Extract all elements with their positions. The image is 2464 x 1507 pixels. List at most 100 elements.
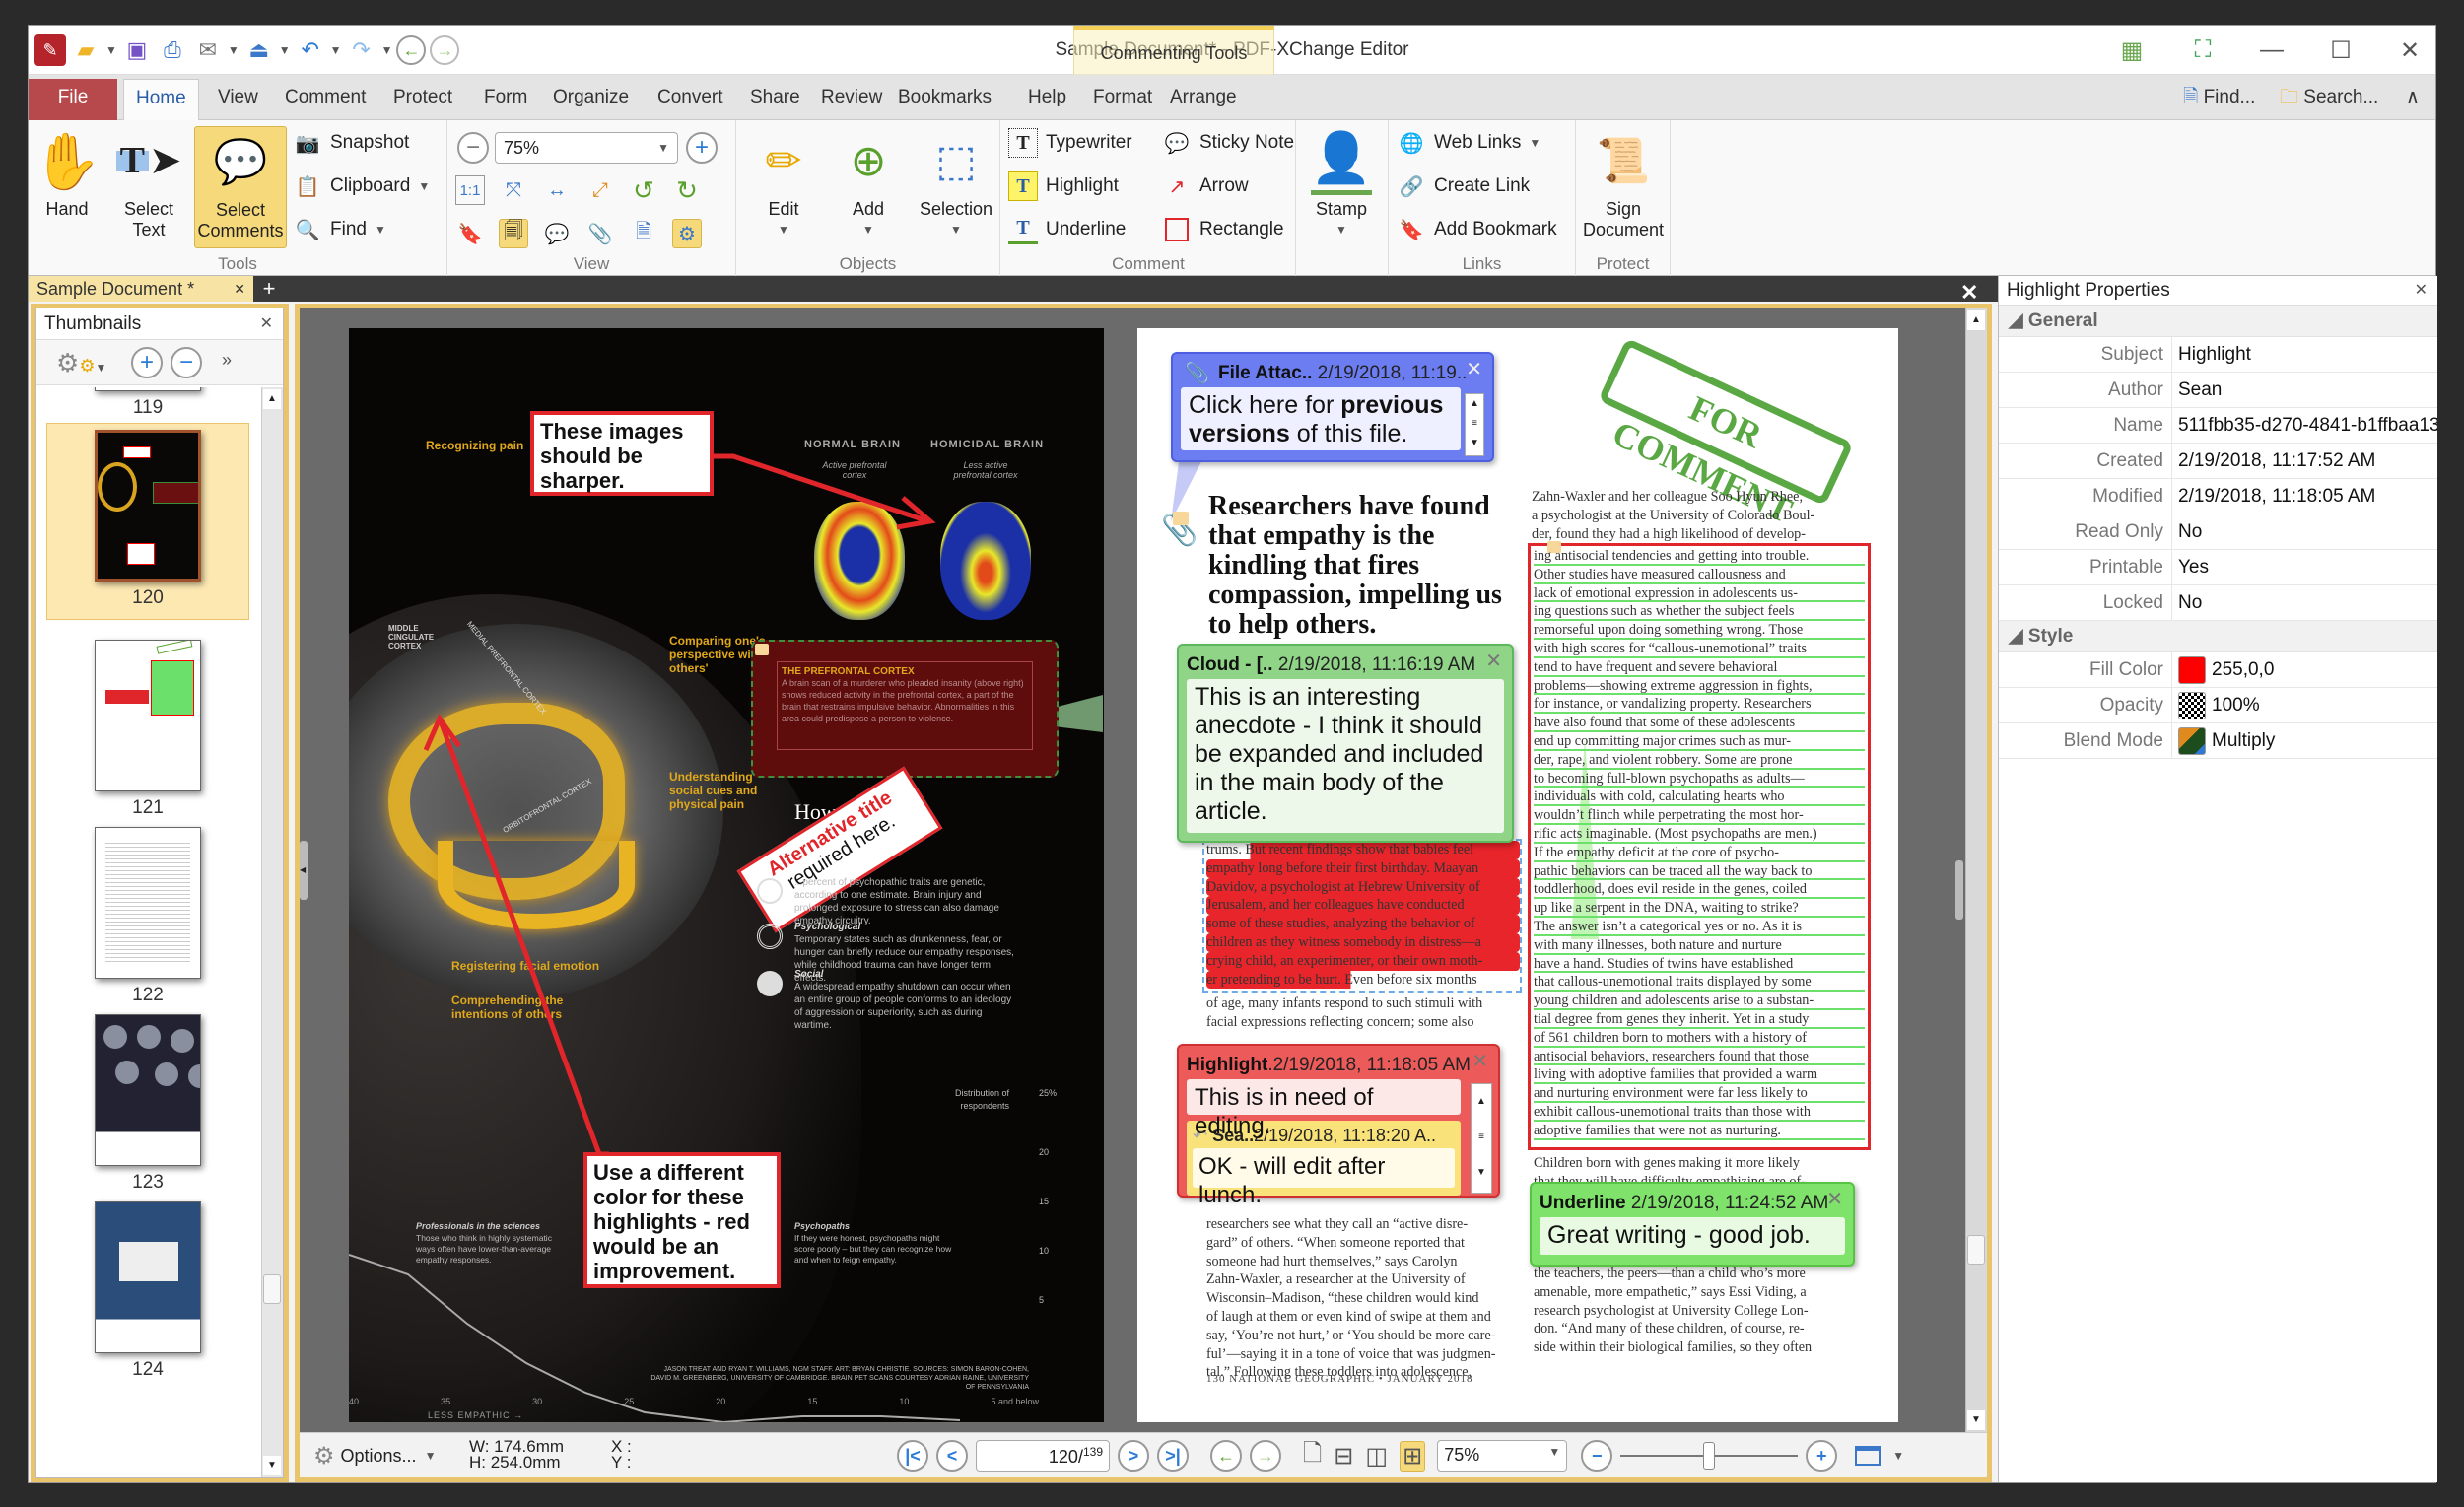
callout-images-sharper[interactable]: These images should be sharper. [530, 411, 714, 496]
thumb-more-icon[interactable]: » [222, 350, 232, 371]
fill-color-swatch[interactable] [2178, 655, 2206, 684]
redo-dropdown-icon[interactable]: ▼ [381, 43, 393, 57]
property-value[interactable]: 511fbb35-d270-4841-b1ffbaa137.. [2172, 408, 2437, 443]
tab-organize[interactable]: Organize [541, 79, 641, 120]
popup-body[interactable]: Great writing - good job. [1540, 1217, 1845, 1255]
document-scrollbar[interactable]: ▲ ▼ [1965, 308, 1987, 1432]
document-tab[interactable]: Sample Document * ✕ [29, 276, 253, 302]
for-comment-stamp[interactable]: FOR COMMENT [1598, 337, 1854, 530]
close-document-button[interactable]: ✕ [1960, 280, 1978, 306]
scan-dropdown-icon[interactable]: ▼ [279, 43, 291, 57]
property-value[interactable]: Highlight [2172, 337, 2437, 372]
open-dropdown-icon[interactable]: ▼ [105, 43, 117, 57]
property-modified[interactable]: Modified 2/19/2018, 11:18:05 AM [1999, 479, 2437, 514]
minimize-button[interactable]: — [2252, 34, 2292, 67]
create-link-button[interactable]: 🔗 Create Link [1397, 170, 1531, 203]
property-value[interactable]: 2/19/2018, 11:18:05 AM [2172, 479, 2437, 514]
select-text-button[interactable]: T ➤ Select Text [109, 126, 188, 240]
rotate-right-icon[interactable]: ↻ [672, 175, 702, 205]
popup-close-icon[interactable]: ✕ [1826, 1190, 1843, 1213]
callout-different-color[interactable]: Use a different color for these highligh… [583, 1152, 781, 1288]
property-printable[interactable]: Printable Yes [1999, 550, 2437, 585]
comments-pane-icon[interactable]: 💬 [542, 219, 572, 248]
property-value[interactable]: No [2172, 514, 2437, 549]
undo-icon[interactable]: ↶ [295, 34, 326, 66]
scroll-thumb[interactable] [1967, 1235, 1985, 1265]
next-page-button[interactable]: > [1118, 1440, 1149, 1472]
zoom-select[interactable]: 75% ▼ [495, 132, 678, 164]
tab-format[interactable]: Format [1081, 79, 1164, 120]
thumbnail-121[interactable]: 121 [46, 640, 249, 819]
clipboard-button[interactable]: 📋 Clipboard ▼ [293, 170, 431, 203]
rectangle-button[interactable]: Rectangle [1162, 213, 1284, 246]
property-fill-color[interactable]: Fill Color 255,0,0 [1999, 652, 2437, 688]
tab-home[interactable]: Home [123, 79, 199, 120]
highlight-popup[interactable]: Highlight.2/19/2018, 11:18:05 AM ✕ This i… [1177, 1044, 1500, 1208]
scan-icon[interactable]: ⏏ [243, 34, 275, 66]
property-value[interactable]: Sean [2172, 373, 2437, 407]
close-properties-icon[interactable]: ✕ [2415, 276, 2428, 306]
property-subject[interactable]: Subject Highlight [1999, 337, 2437, 373]
continuous-icon[interactable]: ⊟ [1334, 1442, 1353, 1471]
tab-review[interactable]: Review [809, 79, 894, 120]
underlined-text[interactable]: ing antisocial tendencies and getting in… [1534, 547, 1865, 1140]
thumbnail-122[interactable]: 122 [46, 827, 249, 1006]
thumb-zoom-in-button[interactable]: + [131, 347, 163, 378]
right-pane-splitter[interactable] [1955, 860, 1963, 920]
ui-options-icon[interactable]: ▦ [2112, 34, 2152, 67]
close-tab-icon[interactable]: ✕ [234, 276, 245, 302]
open-folder-icon[interactable]: ▰ [70, 34, 102, 66]
scroll-up-icon[interactable]: ▲ [263, 389, 281, 409]
popup-scrollbar[interactable]: ▲ ≡ ▼ [1471, 1083, 1492, 1194]
close-thumbnails-icon[interactable]: ✕ [260, 308, 273, 340]
forward-icon[interactable]: → [430, 35, 460, 65]
email-icon[interactable]: ✉ [192, 34, 224, 66]
section-style[interactable]: ◢ Style [1999, 621, 2437, 652]
back-icon[interactable]: ← [396, 35, 427, 65]
headline-note-icon[interactable] [1173, 512, 1189, 525]
property-value[interactable]: 100% [2172, 688, 2437, 722]
thumbnail-124[interactable]: 124 [46, 1201, 249, 1381]
web-links-button[interactable]: 🌐 Web Links ▼ [1397, 126, 1541, 160]
tab-form[interactable]: Form [472, 79, 539, 120]
tab-file[interactable]: File [29, 79, 117, 120]
snapshot-button[interactable]: 📷 Snapshot [293, 126, 410, 160]
single-page-icon[interactable]: 🗋 [1303, 1436, 1322, 1476]
property-value[interactable]: 2/19/2018, 11:17:52 AM [2172, 444, 2437, 478]
left-pane-splitter[interactable]: ◀ [300, 841, 308, 900]
scroll-thumb[interactable] [263, 1274, 281, 1304]
status-zoom-out-button[interactable]: − [1581, 1440, 1613, 1472]
tab-help[interactable]: Help [1016, 79, 1078, 120]
property-read-only[interactable]: Read Only No [1999, 514, 2437, 550]
highlight-button[interactable]: T Highlight [1008, 170, 1119, 203]
scroll-up-icon[interactable]: ▲ [1967, 310, 1985, 330]
popup-body[interactable]: This is an interesting anecdote - I thin… [1187, 679, 1504, 833]
thumb-zoom-out-button[interactable]: − [171, 347, 202, 378]
popup-body[interactable]: Click here for previous versions of this… [1181, 387, 1461, 450]
select-comments-button[interactable]: 💬 Select Comments [194, 126, 287, 248]
status-zoom-in-button[interactable]: + [1806, 1440, 1838, 1472]
save-icon[interactable]: ▣ [121, 34, 153, 66]
edit-objects-button[interactable]: ✏ Edit ▼ [744, 126, 823, 240]
underline-button[interactable]: T Underline [1008, 213, 1126, 246]
search-button[interactable]: 🗀 Search... [2268, 79, 2390, 120]
zoom-out-button[interactable]: − [457, 132, 489, 164]
actual-size-icon[interactable]: 1:1 [455, 175, 485, 205]
add-objects-button[interactable]: ⊕ Add ▼ [829, 126, 908, 240]
underline-popup[interactable]: Underline 2/19/2018, 11:24:52 AM ✕ Great … [1530, 1182, 1855, 1267]
property-value[interactable]: 255,0,0 [2172, 652, 2437, 687]
reply-body[interactable]: OK - will edit after lunch. [1193, 1148, 1455, 1208]
typewriter-button[interactable]: T Typewriter [1008, 126, 1132, 160]
maximize-button[interactable]: ☐ [2321, 34, 2361, 67]
facing-continuous-icon[interactable]: ⊞ [1400, 1440, 1426, 1472]
find-button[interactable]: 🗎 Find... [2171, 79, 2267, 120]
new-tab-button[interactable]: + [257, 278, 281, 300]
bookmarks-pane-icon[interactable]: 🔖 [455, 219, 485, 248]
property-created[interactable]: Created 2/19/2018, 11:17:52 AM [1999, 444, 2437, 479]
fit-visible-icon[interactable]: ⤢ [585, 175, 615, 205]
popup-scrollbar[interactable]: ▲ ≡ ▼ [1465, 393, 1484, 456]
add-bookmark-button[interactable]: 🔖 Add Bookmark [1397, 213, 1557, 246]
history-forward-button[interactable]: → [1250, 1440, 1281, 1472]
facing-icon[interactable]: ◫ [1365, 1442, 1388, 1471]
sticky-note-button[interactable]: 💬 Sticky Note [1162, 126, 1295, 160]
